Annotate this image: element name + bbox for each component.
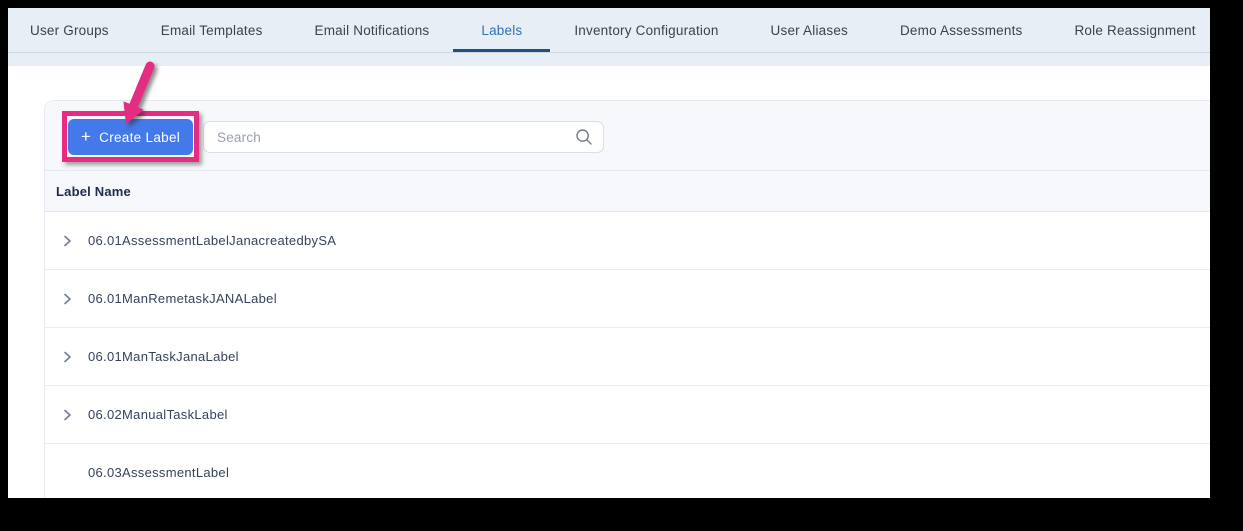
label-table: 06.01AssessmentLabelJanacreatedbySA 06.0… xyxy=(45,212,1210,498)
plus-icon: + xyxy=(80,126,92,146)
search-field xyxy=(203,121,604,153)
chevron-right-icon[interactable] xyxy=(61,409,73,421)
label-name-text: 06.02ManualTaskLabel xyxy=(88,407,228,422)
screenshot-root: { "tab_bar": { "tabs": [ { "label": "Use… xyxy=(0,0,1243,531)
chevron-right-icon[interactable] xyxy=(61,235,73,247)
table-row[interactable]: 06.02ManualTaskLabel xyxy=(45,386,1210,444)
create-label-button-text: Create Label xyxy=(99,129,181,145)
tab-inventory-configuration[interactable]: Inventory Configuration xyxy=(574,8,718,52)
label-name-text: 06.03AssessmentLabel xyxy=(88,465,230,480)
tab-role-reassignment[interactable]: Role Reassignment xyxy=(1074,8,1195,52)
column-header-label-name: Label Name xyxy=(45,171,1210,212)
tab-labels[interactable]: Labels xyxy=(453,8,551,52)
label-name-text: 06.01ManRemetaskJANALabel xyxy=(88,291,277,306)
labels-panel: + Create Label Label Name 06.01Assessmen… xyxy=(44,100,1210,498)
label-name-text: 06.01ManTaskJanaLabel xyxy=(88,349,239,364)
table-row[interactable]: 06.01ManTaskJanaLabel xyxy=(45,328,1210,386)
table-row[interactable]: 06.03AssessmentLabel xyxy=(45,444,1210,498)
tab-user-aliases[interactable]: User Aliases xyxy=(771,8,848,52)
search-input[interactable] xyxy=(203,121,604,153)
tab-strip: User Groups Email Templates Email Notifi… xyxy=(8,8,1210,53)
table-row[interactable]: 06.01ManRemetaskJANALabel xyxy=(45,270,1210,328)
settings-page: User Groups Email Templates Email Notifi… xyxy=(8,8,1210,498)
chevron-right-icon[interactable] xyxy=(61,351,73,363)
tab-email-templates[interactable]: Email Templates xyxy=(161,8,263,52)
labels-toolbar: + Create Label xyxy=(45,101,1210,171)
chevron-right-icon[interactable] xyxy=(61,293,73,305)
label-name-text: 06.01AssessmentLabelJanacreatedbySA xyxy=(88,233,337,248)
create-label-button[interactable]: + Create Label xyxy=(68,119,193,155)
tab-user-groups[interactable]: User Groups xyxy=(30,8,109,52)
tab-demo-assessments[interactable]: Demo Assessments xyxy=(900,8,1023,52)
table-row[interactable]: 06.01AssessmentLabelJanacreatedbySA xyxy=(45,212,1210,270)
tab-email-notifications[interactable]: Email Notifications xyxy=(315,8,430,52)
tab-bar: User Groups Email Templates Email Notifi… xyxy=(8,8,1210,66)
